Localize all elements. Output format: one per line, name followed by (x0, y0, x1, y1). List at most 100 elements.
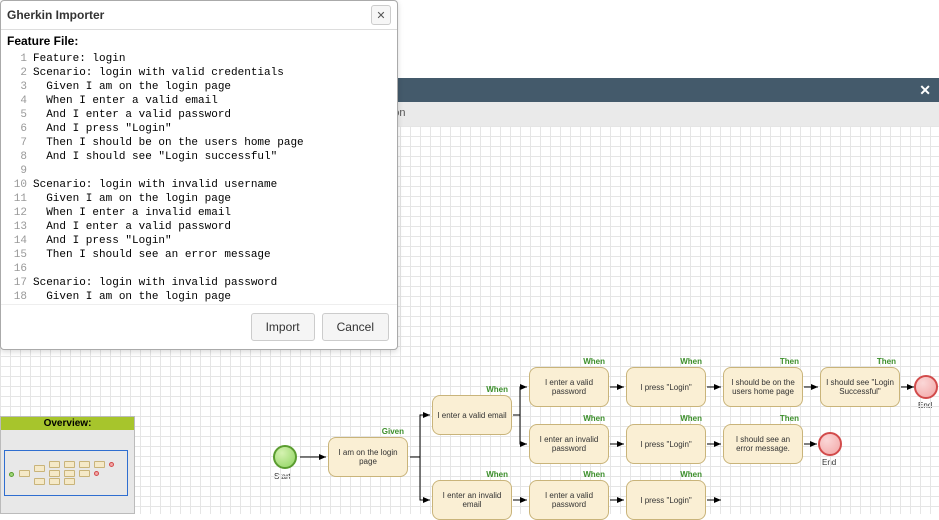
code-line[interactable]: 14 And I press "Login" (7, 234, 391, 248)
overview-node (34, 465, 45, 472)
code-text: Then I should be on the users home page (33, 136, 304, 150)
dialog-body: Feature File: 1Feature: login2Scenario: … (1, 30, 397, 304)
node-invalid-password[interactable]: When I enter an invalid password (529, 424, 609, 464)
dialog-titlebar[interactable]: Gherkin Importer ✕ (1, 1, 397, 30)
code-text: Scenario: login with invalid password (33, 276, 277, 290)
node-type-label: When (486, 385, 508, 394)
code-line[interactable]: 8 And I should see "Login successful" (7, 150, 391, 164)
node-text: I enter an invalid password (534, 435, 604, 453)
node-text: I press "Login" (640, 496, 691, 505)
node-login-successful[interactable]: Then I should see "Login Successful" (820, 367, 900, 407)
code-line[interactable]: 2Scenario: login with valid credentials (7, 66, 391, 80)
line-number: 10 (7, 178, 33, 192)
node-error-message[interactable]: Then I should see an error message. (723, 424, 803, 464)
feature-file-editor[interactable]: 1Feature: login2Scenario: login with val… (7, 52, 391, 302)
line-number: 1 (7, 52, 33, 66)
overview-node (79, 470, 90, 477)
code-text: And I press "Login" (33, 234, 172, 248)
overview-node (34, 478, 45, 485)
end-node-1[interactable] (914, 375, 938, 399)
node-type-label: Then (780, 414, 799, 423)
node-type-label: When (680, 357, 702, 366)
overview-panel: Overview: (0, 416, 135, 514)
node-valid-password-1[interactable]: When I enter a valid password (529, 367, 609, 407)
line-number: 9 (7, 164, 33, 178)
node-text: I press "Login" (640, 383, 691, 392)
code-line[interactable]: 7 Then I should be on the users home pag… (7, 136, 391, 150)
node-valid-password-2[interactable]: When I enter a valid password (529, 480, 609, 520)
overview-body[interactable] (1, 430, 134, 514)
line-number: 6 (7, 122, 33, 136)
code-text: And I enter a valid password (33, 108, 231, 122)
node-text: I should be on the users home page (728, 378, 798, 396)
overview-node (64, 461, 75, 468)
node-users-home[interactable]: Then I should be on the users home page (723, 367, 803, 407)
code-line[interactable]: 13 And I enter a valid password (7, 220, 391, 234)
node-invalid-email[interactable]: When I enter an invalid email (432, 480, 512, 520)
line-number: 15 (7, 248, 33, 262)
code-text: And I enter a valid password (33, 220, 231, 234)
code-text: And I press "Login" (33, 122, 172, 136)
node-valid-email[interactable]: When I enter a valid email (432, 395, 512, 435)
code-line[interactable]: 9 (7, 164, 391, 178)
gherkin-importer-dialog: Gherkin Importer ✕ Feature File: 1Featur… (0, 0, 398, 350)
node-text: I am on the login page (333, 448, 403, 466)
node-text: I press "Login" (640, 440, 691, 449)
code-text: Given I am on the login page (33, 192, 231, 206)
code-text: And I should see "Login successful" (33, 150, 277, 164)
code-line[interactable]: 3 Given I am on the login page (7, 80, 391, 94)
line-number: 5 (7, 108, 33, 122)
close-icon[interactable]: ✕ (919, 82, 931, 99)
code-line[interactable]: 16 (7, 262, 391, 276)
overview-node (79, 461, 90, 468)
overview-node (64, 470, 75, 477)
node-type-label: When (486, 470, 508, 479)
overview-node (49, 478, 60, 485)
node-press-login-1[interactable]: When I press "Login" (626, 367, 706, 407)
overview-node (49, 470, 60, 477)
code-text: When I enter a valid email (33, 94, 218, 108)
node-type-label: When (583, 414, 605, 423)
node-press-login-3[interactable]: When I press "Login" (626, 480, 706, 520)
node-type-label: Then (877, 357, 896, 366)
node-text: I enter a valid email (437, 411, 506, 420)
line-number: 2 (7, 66, 33, 80)
node-text: I enter an invalid email (437, 491, 507, 509)
close-icon: ✕ (376, 9, 385, 22)
node-type-label: Given (382, 427, 404, 436)
node-press-login-2[interactable]: When I press "Login" (626, 424, 706, 464)
line-number: 13 (7, 220, 33, 234)
node-text: I enter a valid password (534, 378, 604, 396)
node-type-label: When (583, 470, 605, 479)
end-node-2[interactable] (818, 432, 842, 456)
line-number: 16 (7, 262, 33, 276)
code-line[interactable]: 11 Given I am on the login page (7, 192, 391, 206)
code-text: Scenario: login with invalid username (33, 178, 277, 192)
code-line[interactable]: 5 And I enter a valid password (7, 108, 391, 122)
code-line[interactable]: 6 And I press "Login" (7, 122, 391, 136)
code-line[interactable]: 10Scenario: login with invalid username (7, 178, 391, 192)
dialog-close-button[interactable]: ✕ (371, 5, 391, 25)
code-line[interactable]: 1Feature: login (7, 52, 391, 66)
node-given[interactable]: Given I am on the login page (328, 437, 408, 477)
overview-end-icon (109, 462, 114, 467)
cancel-button[interactable]: Cancel (322, 313, 389, 341)
code-line[interactable]: 18 Given I am on the login page (7, 290, 391, 302)
code-text: Feature: login (33, 52, 125, 66)
code-text: Scenario: login with valid credentials (33, 66, 284, 80)
code-line[interactable]: 17Scenario: login with invalid password (7, 276, 391, 290)
node-type-label: When (680, 470, 702, 479)
line-number: 4 (7, 94, 33, 108)
code-line[interactable]: 12 When I enter a invalid email (7, 206, 391, 220)
code-line[interactable]: 4 When I enter a valid email (7, 94, 391, 108)
feature-file-label: Feature File: (7, 34, 391, 48)
line-number: 12 (7, 206, 33, 220)
start-node[interactable] (273, 445, 297, 469)
overview-node (49, 461, 60, 468)
overview-node (64, 478, 75, 485)
line-number: 18 (7, 290, 33, 302)
code-text: When I enter a invalid email (33, 206, 231, 220)
node-type-label: Then (780, 357, 799, 366)
import-button[interactable]: Import (251, 313, 315, 341)
code-line[interactable]: 15 Then I should see an error message (7, 248, 391, 262)
